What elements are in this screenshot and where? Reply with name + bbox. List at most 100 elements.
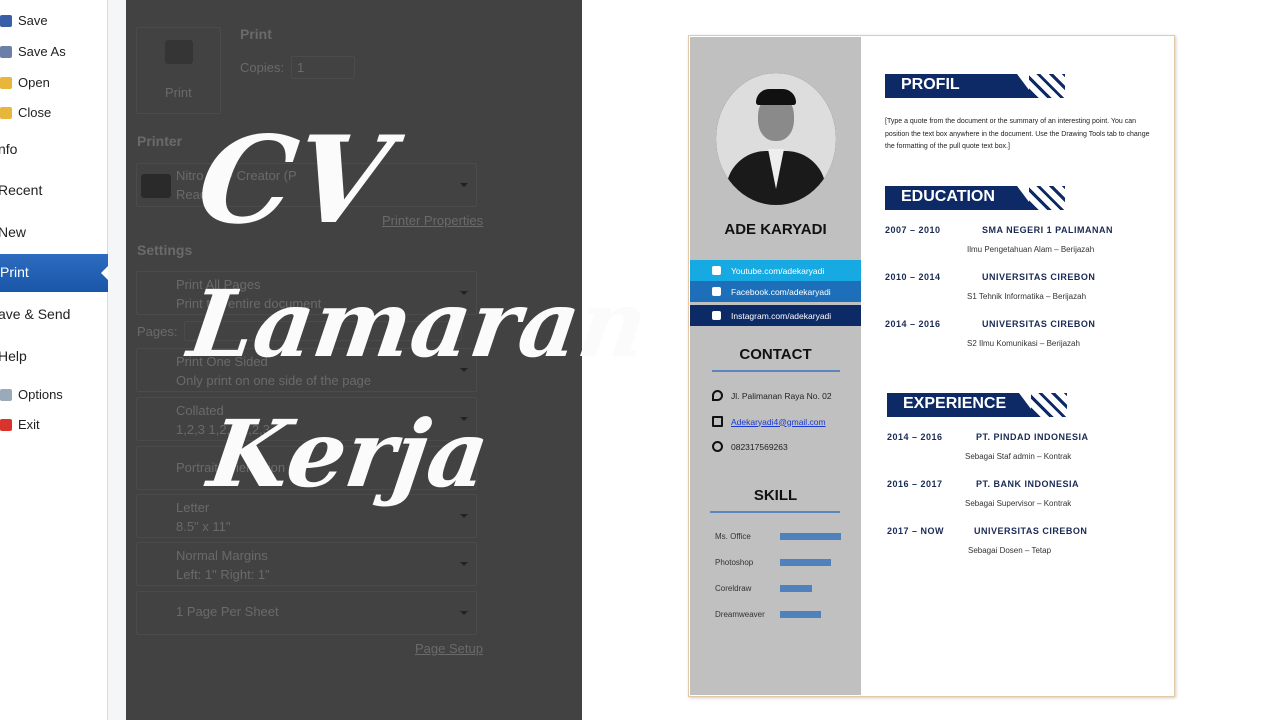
cv-name: ADE KARYADI bbox=[724, 221, 827, 238]
skill-name: Dreamweaver bbox=[715, 610, 765, 619]
education-institution: UNIVERSITAS CIREBON bbox=[982, 319, 1096, 329]
menu-print-selected[interactable]: Print bbox=[0, 254, 108, 292]
setting-orientation[interactable]: Portrait Orientation bbox=[136, 446, 477, 490]
exit-icon bbox=[0, 418, 12, 431]
experience-company: PT. BANK INDONESIA bbox=[976, 479, 1080, 489]
setting-main: Print One Sided bbox=[176, 354, 268, 369]
envelope-icon bbox=[712, 416, 723, 427]
setting-collation[interactable]: Collated 1,2,3 1,2,3 1,2,3 bbox=[136, 397, 477, 441]
setting-margins[interactable]: Normal Margins Left: 1" Right: 1" bbox=[136, 542, 477, 586]
menu-save[interactable]: Save bbox=[0, 13, 48, 28]
menu-exit[interactable]: Exit bbox=[0, 417, 40, 432]
menu-close[interactable]: Close bbox=[0, 105, 51, 120]
close-folder-icon bbox=[0, 106, 12, 119]
skill-title: SKILL bbox=[753, 487, 798, 504]
printer-name: Nitro PDF Creator (P bbox=[176, 168, 297, 183]
education-title: EDUCATION bbox=[901, 188, 995, 205]
print-settings-panel: Print Print Copies: 1 Printer Nitro PDF … bbox=[126, 0, 582, 720]
pages-label: Pages: bbox=[137, 324, 178, 339]
setting-sub: 8.5" x 11" bbox=[176, 519, 231, 534]
menu-label: Save bbox=[18, 13, 48, 28]
menu-divider bbox=[108, 0, 126, 720]
setting-pages-per-sheet[interactable]: 1 Page Per Sheet bbox=[136, 591, 477, 635]
printer-title: Printer bbox=[137, 133, 183, 149]
social-facebook: Facebook.com/adekaryadi bbox=[690, 281, 861, 302]
skill-level-bar bbox=[780, 611, 821, 618]
banner-stripes bbox=[1029, 74, 1065, 98]
skill-name: Photoshop bbox=[715, 558, 754, 567]
setting-print-pages[interactable]: Print All Pages Print the entire document bbox=[136, 271, 477, 315]
dropdown-arrow-icon bbox=[460, 367, 468, 376]
save-icon bbox=[0, 14, 12, 27]
profil-text: [Type a quote from the document or the s… bbox=[885, 118, 1150, 150]
setting-sub: Left: 1" Right: 1" bbox=[176, 567, 270, 582]
education-detail: S2 Ilmu Komunikasi – Berijazah bbox=[967, 339, 1080, 348]
setting-paper-size[interactable]: Letter 8.5" x 11" bbox=[136, 494, 477, 538]
setting-main: Collated bbox=[176, 403, 224, 418]
phone-text: 082317569263 bbox=[731, 441, 788, 452]
copies-spinner[interactable]: 1 bbox=[291, 56, 355, 79]
experience-banner: EXPERIENCE bbox=[887, 393, 1037, 417]
skill-level-bar bbox=[780, 533, 841, 540]
instagram-icon bbox=[712, 311, 721, 320]
social-label: Youtube.com/adekaryadi bbox=[731, 265, 825, 276]
menu-label: Save As bbox=[18, 44, 66, 59]
menu-save-as[interactable]: Save As bbox=[0, 44, 66, 59]
education-detail: S1 Tehnik Informatika – Berijazah bbox=[967, 292, 1087, 301]
menu-save-send[interactable]: ave & Send bbox=[0, 306, 70, 322]
education-detail: Ilmu Pengetahuan Alam – Berijazah bbox=[967, 245, 1095, 254]
print-button[interactable]: Print bbox=[136, 27, 221, 114]
location-pin-icon bbox=[712, 390, 723, 401]
setting-main: Letter bbox=[176, 500, 210, 515]
dropdown-arrow-icon bbox=[460, 513, 468, 522]
open-folder-icon bbox=[0, 76, 12, 89]
profil-title: PROFIL bbox=[901, 76, 960, 93]
setting-main: Print All Pages bbox=[176, 277, 261, 292]
printer-ready-icon bbox=[141, 174, 171, 198]
menu-info[interactable]: nfo bbox=[0, 141, 17, 157]
profil-banner: PROFIL bbox=[885, 74, 1035, 98]
experience-years: 2017 – NOW bbox=[887, 526, 945, 536]
settings-title: Settings bbox=[137, 242, 193, 258]
page-setup-link[interactable]: Page Setup bbox=[415, 641, 483, 656]
options-icon bbox=[0, 388, 12, 401]
dropdown-arrow-icon bbox=[460, 182, 468, 191]
menu-recent[interactable]: Recent bbox=[0, 182, 42, 198]
skill-name: Coreldraw bbox=[715, 584, 752, 593]
copies-label: Copies: bbox=[240, 60, 285, 75]
menu-label: Exit bbox=[18, 417, 40, 432]
menu-help[interactable]: Help bbox=[0, 348, 27, 364]
dropdown-arrow-icon bbox=[460, 561, 468, 570]
education-years: 2007 – 2010 bbox=[885, 225, 941, 235]
menu-new[interactable]: New bbox=[0, 224, 26, 240]
contact-divider bbox=[712, 370, 840, 372]
pages-input[interactable] bbox=[184, 321, 462, 341]
dropdown-arrow-icon bbox=[460, 610, 468, 619]
experience-detail: Sebagai Dosen – Tetap bbox=[968, 546, 1052, 555]
education-institution: SMA NEGERI 1 PALIMANAN bbox=[982, 225, 1114, 235]
setting-sides[interactable]: Print One Sided Only print on one side of… bbox=[136, 348, 477, 392]
setting-sub: Only print on one side of the page bbox=[176, 373, 372, 388]
contact-email: Adekaryadi4@gmail.com bbox=[712, 416, 826, 427]
menu-open[interactable]: Open bbox=[0, 75, 50, 90]
save-as-icon bbox=[0, 45, 12, 58]
social-label: Instagram.com/adekaryadi bbox=[731, 310, 832, 321]
cv-preview-page: ADE KARYADI Youtube.com/adekaryadi Faceb… bbox=[688, 35, 1175, 697]
experience-detail: Sebagai Staf admin – Kontrak bbox=[965, 452, 1072, 461]
setting-main: 1 Page Per Sheet bbox=[176, 604, 279, 619]
setting-main: Portrait Orientation bbox=[176, 460, 286, 475]
skill-level-bar bbox=[780, 585, 812, 592]
experience-company: UNIVERSITAS CIREBON bbox=[974, 526, 1088, 536]
menu-label: Open bbox=[18, 75, 50, 90]
email-link[interactable]: Adekaryadi4@gmail.com bbox=[731, 417, 826, 427]
profile-photo bbox=[716, 73, 836, 205]
education-banner: EDUCATION bbox=[885, 186, 1035, 210]
setting-sub: 1,2,3 1,2,3 1,2,3 bbox=[176, 422, 270, 437]
file-menu: Save Save As Open Close nfo Recent New P… bbox=[0, 0, 108, 720]
printer-select[interactable]: Nitro PDF Creator (P Ready bbox=[136, 163, 477, 207]
menu-options[interactable]: Options bbox=[0, 387, 63, 402]
social-instagram: Instagram.com/adekaryadi bbox=[690, 305, 861, 326]
whatsapp-icon bbox=[712, 441, 723, 452]
skill-name: Ms. Office bbox=[715, 532, 751, 541]
printer-properties-link[interactable]: Printer Properties bbox=[382, 213, 483, 228]
